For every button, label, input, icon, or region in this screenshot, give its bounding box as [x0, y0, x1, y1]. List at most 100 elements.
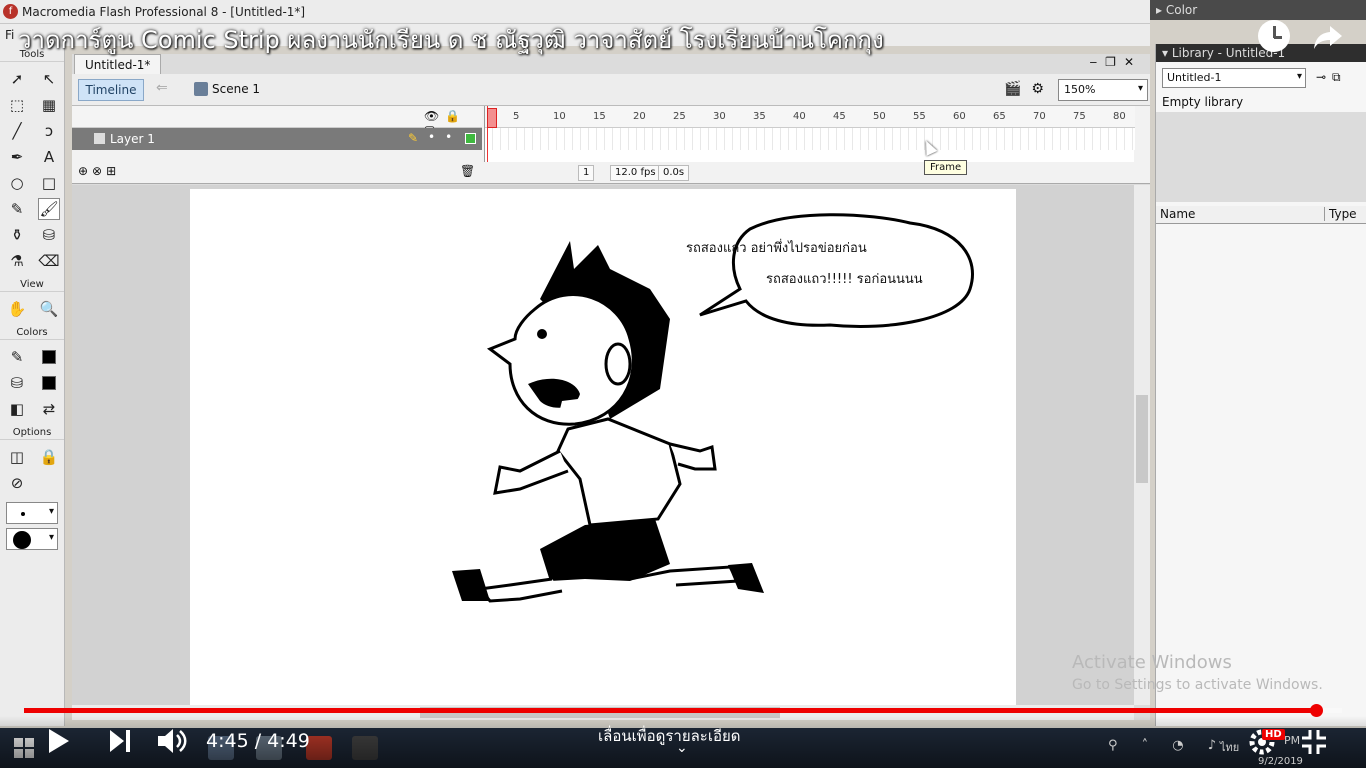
rectangle-tool-icon[interactable]: □ [38, 172, 60, 194]
swipe-for-details[interactable]: เลื่อนเพื่อดูรายละเอียด [598, 724, 741, 748]
vertical-scrollbar[interactable] [1134, 185, 1150, 705]
play-icon[interactable] [46, 726, 72, 756]
chevron-down-icon: ▾ [1296, 71, 1302, 82]
ruler-tick-label: 15 [593, 111, 606, 122]
frame-cells[interactable] [485, 128, 1135, 150]
ruler-tick-label: 65 [993, 111, 1006, 122]
activate-windows-watermark: Activate Windows Go to Settings to activ… [1072, 652, 1323, 696]
library-pin-icons[interactable]: ⊸⧉ [1316, 70, 1347, 85]
brush-mode-icon[interactable]: ⊘ [6, 472, 28, 494]
frames-area[interactable]: 5 10 15 20 25 30 35 40 45 50 55 60 65 70 75 80 [484, 106, 1135, 162]
ruler-tick-label: 35 [753, 111, 766, 122]
layer-name[interactable]: Layer 1 [110, 132, 155, 146]
lasso-tool-icon[interactable]: ↄ [38, 120, 60, 142]
hd-badge: HD [1262, 729, 1285, 740]
tray-language[interactable]: ไทย [1220, 738, 1239, 756]
swap-colors-icon[interactable]: ⇄ [38, 398, 60, 420]
current-frame: 1 [578, 165, 595, 181]
watch-later-icon[interactable] [1258, 20, 1290, 52]
brush-shape-dropdown[interactable]: ▾ [6, 528, 58, 550]
library-columns: Name Type [1156, 206, 1366, 224]
layer-outline-color[interactable] [465, 133, 476, 144]
library-empty-label: Empty library [1162, 95, 1244, 109]
ruler-tick-label: 50 [873, 111, 886, 122]
subselection-tool-icon[interactable]: ↖ [38, 68, 60, 90]
brush-size-dropdown[interactable]: ▾ [6, 502, 58, 524]
back-arrow-icon[interactable]: ⇐ [156, 80, 168, 96]
library-col-name[interactable]: Name [1160, 207, 1195, 221]
stage[interactable] [190, 189, 1016, 705]
ruler-tick-label: 80 [1113, 111, 1126, 122]
ruler-tick-label: 10 [553, 111, 566, 122]
edit-scene-symbol-icons[interactable]: 🎬⚙ [1004, 81, 1054, 97]
frame-ruler[interactable]: 5 10 15 20 25 30 35 40 45 50 55 60 65 70 75 80 [485, 106, 1135, 128]
speech-bubble-line-1: รถสองแถว อย่าพึ่งไปรอข่อยก่อน [686, 241, 867, 256]
eyedropper-tool-icon[interactable]: ⚗ [6, 250, 28, 272]
zoom-tool-icon[interactable]: 🔍 [38, 298, 60, 320]
system-tray-icons[interactable]: ⚲ ˄ ◔ ♪ [1108, 738, 1226, 753]
volume-icon[interactable] [156, 726, 190, 756]
line-tool-icon[interactable]: ╱ [6, 120, 28, 142]
oval-tool-icon[interactable]: ○ [6, 172, 28, 194]
shorts [540, 519, 670, 581]
document-window: Untitled-1* ‒❐✕ Timeline ⇐ Scene 1 🎬⚙ 15… [72, 54, 1150, 720]
video-progress-knob[interactable] [1309, 704, 1323, 717]
fill-color-swatch[interactable] [38, 372, 60, 394]
ruler-tick-label: 20 [633, 111, 646, 122]
ruler-tick-label: 45 [833, 111, 846, 122]
selection-tool-icon[interactable]: ➚ [6, 68, 28, 90]
exit-fullscreen-icon[interactable] [1300, 728, 1328, 756]
activate-line-1: Activate Windows [1072, 652, 1232, 673]
stroke-color-swatch[interactable] [38, 346, 60, 368]
color-panel-header[interactable]: ▸ Color [1150, 0, 1366, 20]
menu-file[interactable]: Fi [5, 28, 14, 42]
playhead[interactable] [487, 106, 497, 162]
zoom-dropdown[interactable]: 150% ▾ [1058, 79, 1148, 101]
pen-tool-icon[interactable]: ✒ [6, 146, 28, 168]
next-icon[interactable] [108, 728, 132, 754]
lock-fill-icon[interactable]: 🔒 [38, 446, 60, 468]
eye [537, 329, 547, 339]
back-leg [477, 577, 563, 603]
library-document-select[interactable]: Untitled-1 ▾ [1162, 68, 1306, 88]
flash-app-icon: f [3, 4, 18, 19]
text-tool-icon[interactable]: A [38, 146, 60, 168]
layer-visibility-lock-dots[interactable]: •• [428, 130, 462, 144]
video-time: 4:45 / 4:49 [206, 730, 310, 752]
layer-header: 👁🔒▢ [72, 106, 482, 137]
frame-rate[interactable]: 12.0 fps [610, 165, 661, 181]
frame-status-bar: 1 12.0 fps 0.0s [484, 162, 1134, 184]
options-header: Options [0, 426, 64, 440]
brush-tool-icon[interactable]: 🖌 [38, 198, 60, 220]
default-colors-icon[interactable]: ◧ [6, 398, 28, 420]
library-col-type[interactable]: Type [1324, 207, 1357, 221]
pencil-tool-icon[interactable]: ✎ [6, 198, 28, 220]
tray-date[interactable]: 9/2/2019 [1258, 756, 1303, 767]
paint-bucket-tool-icon[interactable]: ⛁ [38, 224, 60, 246]
left-arm [493, 449, 569, 495]
fill-transform-tool-icon[interactable]: ▦ [38, 94, 60, 116]
eraser-tool-icon[interactable]: ⌫ [38, 250, 60, 272]
free-transform-tool-icon[interactable]: ⬚ [6, 94, 28, 116]
hand-tool-icon[interactable]: ✋ [6, 298, 28, 320]
layer-row[interactable]: Layer 1 ✎ •• [72, 128, 482, 150]
color-panel-title: Color [1165, 3, 1198, 17]
colors-header: Colors [0, 326, 64, 340]
zoom-value: 150% [1064, 83, 1096, 96]
video-progress-fill [24, 708, 1316, 713]
window-title: Macromedia Flash Professional 8 - [Untit… [22, 5, 306, 19]
library-panel: ▾ Library - Untitled-1 Untitled-1 ▾ ⊸⧉ E… [1155, 44, 1366, 726]
ruler-tick-label: 25 [673, 111, 686, 122]
timeline-toggle-button[interactable]: Timeline [78, 79, 144, 101]
ruler-tick-label: 55 [913, 111, 926, 122]
share-icon[interactable] [1310, 18, 1346, 54]
document-window-buttons[interactable]: ‒❐✕ [1090, 55, 1142, 69]
trash-icon[interactable]: 🗑 [460, 164, 475, 178]
tray-clock[interactable]: PM [1284, 734, 1300, 747]
scene-label[interactable]: Scene 1 [212, 82, 260, 96]
ink-bottle-tool-icon[interactable]: ⚱ [6, 224, 28, 246]
add-layer-icons[interactable]: ⊕⊗⊞ [78, 164, 120, 178]
video-progress-bar[interactable] [24, 704, 1342, 717]
object-drawing-icon[interactable]: ◫ [6, 446, 28, 468]
chevron-down-icon[interactable]: ⌄ [676, 740, 688, 756]
